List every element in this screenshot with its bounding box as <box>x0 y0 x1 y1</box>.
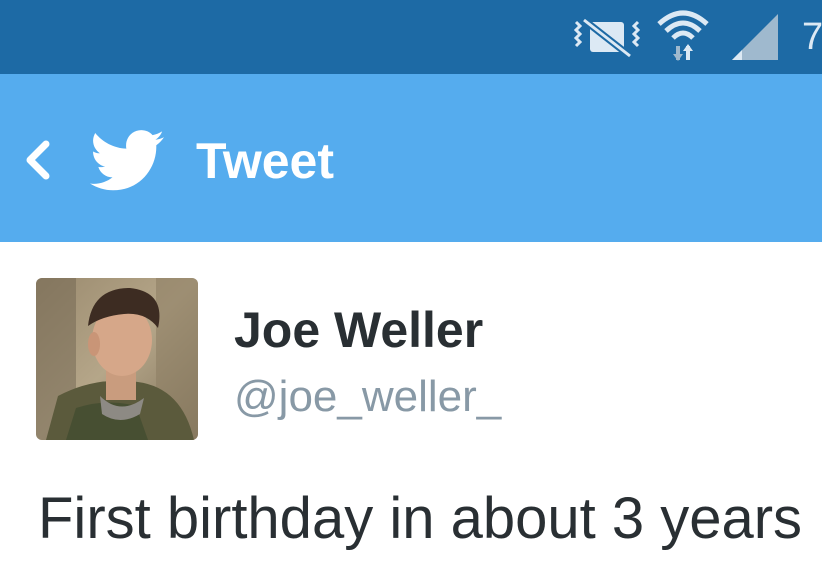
twitter-bird-icon[interactable] <box>90 130 164 192</box>
avatar[interactable] <box>36 278 198 440</box>
vibrate-mute-icon <box>570 14 644 60</box>
author-display-name[interactable]: Joe Weller <box>234 300 483 360</box>
action-bar: Tweet <box>0 74 822 242</box>
signal-icon <box>730 12 780 62</box>
author-handle[interactable]: @joe_weller_ <box>234 370 501 424</box>
tweet-text: First birthday in about 3 years <box>38 486 803 551</box>
back-chevron-icon[interactable] <box>22 140 52 180</box>
wifi-icon <box>656 6 710 62</box>
status-bar: 7 <box>0 0 822 74</box>
status-clock: 7 <box>802 16 822 58</box>
page-title: Tweet <box>196 133 334 189</box>
